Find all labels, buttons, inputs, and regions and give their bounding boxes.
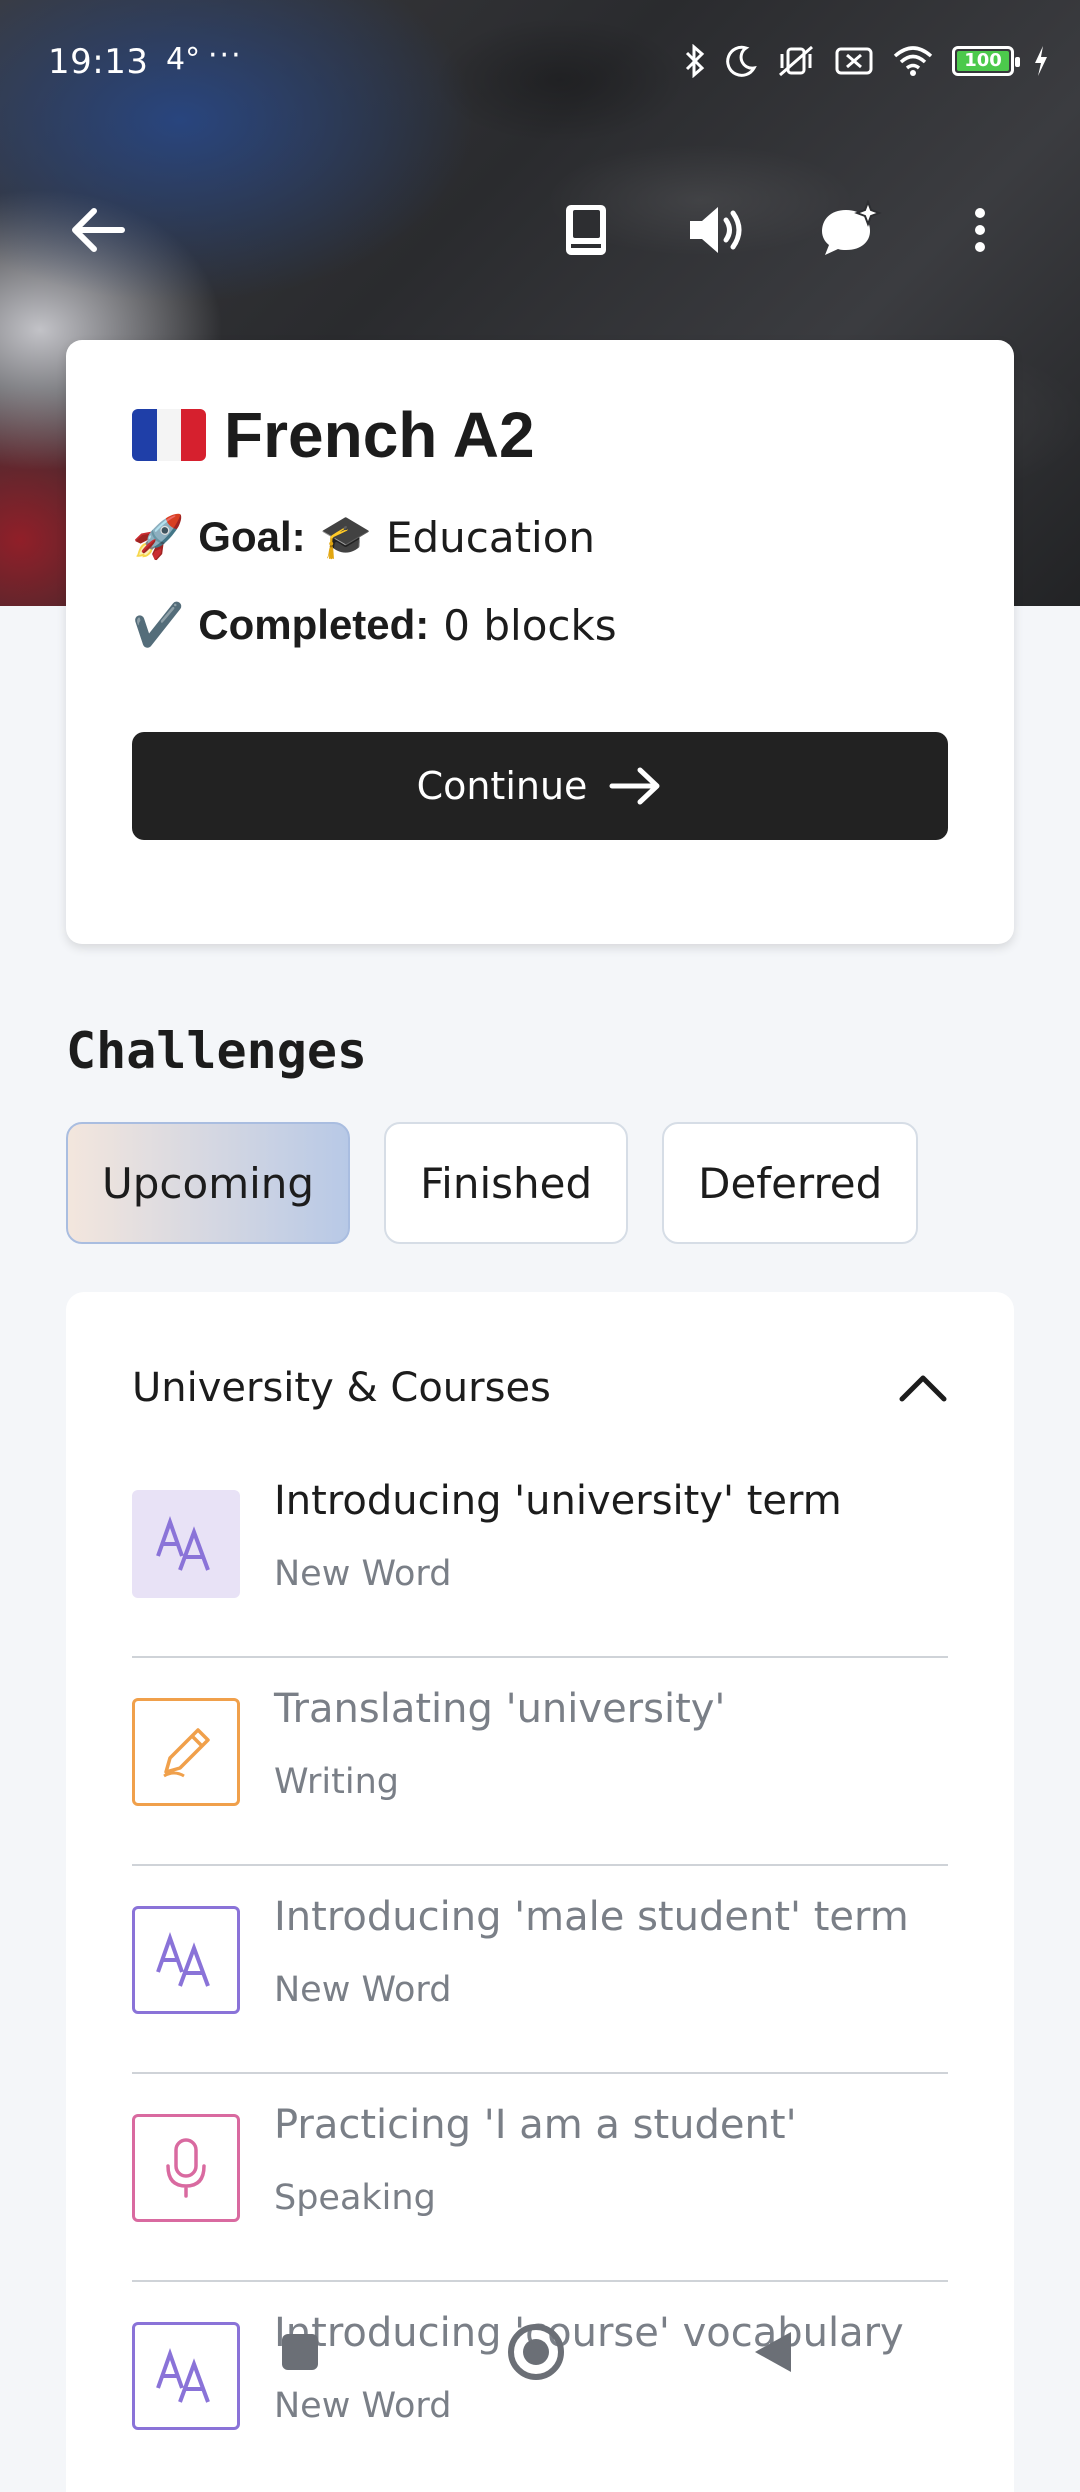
- goal-row: 🚀 Goal: 🎓 Education: [132, 512, 595, 562]
- task-title: Practicing 'I am a student': [274, 2102, 797, 2148]
- book-icon[interactable]: [536, 180, 636, 280]
- challenge-filter-tabs: Upcoming Finished Deferred: [66, 1122, 919, 1244]
- goal-value: Education: [385, 512, 596, 562]
- rocket-icon: 🚀: [132, 512, 185, 561]
- group-header[interactable]: University & Courses: [132, 1358, 948, 1418]
- completed-row: ✔️ Completed: 0 blocks: [132, 600, 617, 650]
- completed-label: Completed:: [198, 601, 430, 648]
- task-title: Translating 'university': [274, 1686, 726, 1732]
- status-time: 19:13: [48, 42, 149, 82]
- graduation-cap-icon: 🎓: [319, 512, 372, 561]
- challenges-title: Challenges: [66, 1022, 368, 1080]
- course-title-row: French A2: [132, 398, 535, 472]
- speaker-icon[interactable]: [666, 180, 766, 280]
- vibrate-off-icon: [776, 44, 816, 78]
- list-item[interactable]: Practicing 'I am a student' Speaking: [132, 2074, 948, 2282]
- task-title: Introducing 'male student' term: [274, 1894, 909, 1940]
- microphone-icon: [132, 2114, 240, 2222]
- continue-button[interactable]: Continue: [132, 732, 948, 840]
- status-more: ···: [208, 38, 243, 73]
- check-icon: ✔️: [132, 600, 185, 649]
- tab-deferred[interactable]: Deferred: [662, 1122, 919, 1244]
- french-flag-icon: [132, 409, 206, 461]
- tab-upcoming[interactable]: Upcoming: [66, 1122, 351, 1244]
- chevron-up-icon[interactable]: [898, 1373, 948, 1403]
- course-title: French A2: [224, 399, 535, 471]
- system-nav-bar: [0, 2300, 1080, 2400]
- tab-finished[interactable]: Finished: [384, 1122, 629, 1244]
- sim-off-icon: [834, 44, 874, 78]
- wifi-icon: [892, 44, 934, 78]
- list-item[interactable]: Introducing 'university' term New Word: [132, 1450, 948, 1658]
- back-icon[interactable]: [732, 2312, 812, 2392]
- font-size-icon: [132, 1906, 240, 2014]
- continue-label: Continue: [416, 764, 588, 808]
- arrow-right-icon: [609, 767, 660, 805]
- list-item[interactable]: Translating 'university' Writing: [132, 1658, 948, 1866]
- task-title: Introducing 'university' term: [274, 1478, 842, 1524]
- completed-value: 0 blocks: [443, 600, 617, 650]
- moon-icon: [724, 44, 758, 78]
- toolbar: [0, 180, 1080, 280]
- battery-icon: 100: [952, 46, 1020, 76]
- recents-icon[interactable]: [260, 2312, 340, 2392]
- charging-icon: [1032, 44, 1050, 78]
- status-bar: 19:13 4° ··· 100: [0, 0, 1080, 130]
- font-size-icon: [132, 1490, 240, 1598]
- course-card: French A2 🚀 Goal: 🎓 Education ✔️ Complet…: [66, 340, 1014, 944]
- ai-chat-icon[interactable]: [800, 180, 900, 280]
- task-type: New Word: [274, 1554, 452, 1594]
- goal-label: Goal:: [198, 513, 306, 560]
- list-item[interactable]: Introducing 'male student' term New Word: [132, 1866, 948, 2074]
- more-vertical-icon[interactable]: [930, 180, 1030, 280]
- back-arrow-icon[interactable]: [48, 180, 148, 280]
- bluetooth-icon: [684, 43, 706, 79]
- task-type: Writing: [274, 1762, 399, 1802]
- home-icon[interactable]: [496, 2312, 576, 2392]
- task-type: New Word: [274, 1970, 452, 2010]
- status-temperature: 4°: [166, 42, 201, 77]
- group-title: University & Courses: [132, 1365, 551, 1411]
- pencil-icon: [132, 1698, 240, 1806]
- task-type: Speaking: [274, 2178, 436, 2218]
